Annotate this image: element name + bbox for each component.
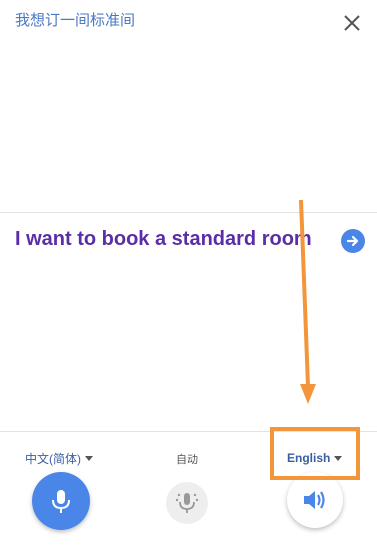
annotation-highlight-box [270, 427, 360, 480]
